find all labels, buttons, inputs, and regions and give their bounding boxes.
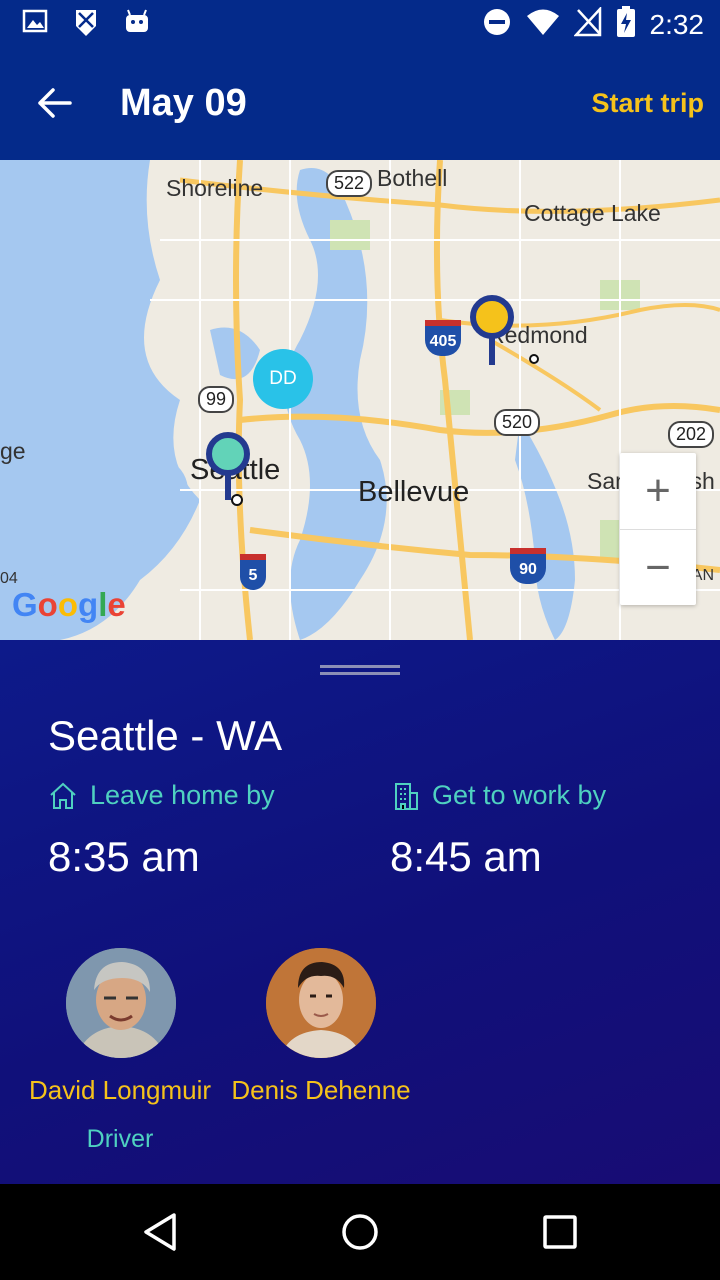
no-signal-icon	[572, 5, 602, 42]
wifi-icon	[526, 7, 560, 42]
map-label-shoreline: Shoreline	[166, 175, 264, 201]
person-name: Denis Dehenne	[231, 1075, 411, 1105]
home-icon	[50, 782, 76, 809]
driver-location-bubble[interactable]: DD	[253, 349, 313, 409]
avatar-image	[66, 948, 176, 1058]
office-building-icon	[395, 782, 418, 810]
get-to-work-label-text: Get to work by	[432, 780, 607, 810]
route-202-shield: 202	[668, 421, 715, 448]
back-triangle-icon[interactable]	[140, 1212, 180, 1252]
leave-home-label: Leave home by	[48, 780, 275, 811]
drag-handle[interactable]	[320, 665, 400, 675]
avatar[interactable]	[266, 948, 376, 1058]
zoom-out-button[interactable]: −	[620, 530, 696, 606]
android-notification-icon	[124, 8, 150, 43]
zoom-controls: + −	[620, 453, 696, 605]
home-circle-icon[interactable]	[340, 1212, 380, 1252]
map-label-bellevue: Bellevue	[358, 476, 470, 508]
battery-charging-icon	[616, 6, 636, 43]
trip-details-panel: Seattle - WA Leave home by 8:35 am Get t…	[0, 640, 720, 1184]
interstate-5-shield: 5	[240, 554, 266, 590]
arrow-left-icon	[38, 88, 72, 118]
destination-pin-icon[interactable]	[470, 295, 514, 367]
zoom-in-button[interactable]: +	[620, 453, 696, 529]
get-to-work-time: 8:45 am	[390, 833, 542, 880]
trip-city: Seattle - WA	[48, 712, 283, 759]
map-view[interactable]: Shoreline Bothell Cottage Lake Redmond S…	[0, 160, 720, 640]
shield-notification-icon	[74, 8, 98, 43]
route-522-shield: 522	[326, 170, 373, 197]
gallery-notification-icon	[22, 8, 48, 43]
person-name: David Longmuir	[28, 1075, 212, 1105]
app-bar: May 09 Start trip	[0, 48, 720, 160]
system-nav-bar	[0, 1184, 720, 1280]
person-role: Driver	[86, 1125, 154, 1153]
back-button[interactable]	[30, 78, 80, 128]
leave-home-time: 8:35 am	[48, 833, 200, 880]
interstate-90-shield: 90	[510, 548, 546, 584]
route-99-shield: 99	[198, 386, 235, 413]
clock-text: 2:32	[649, 8, 705, 40]
origin-pin-icon[interactable]	[206, 432, 252, 510]
map-label-bothell: Bothell	[377, 165, 448, 191]
avatar[interactable]	[66, 948, 176, 1058]
map-label-cottage-lake: Cottage Lake	[524, 200, 661, 226]
do-not-disturb-icon	[482, 7, 512, 42]
start-trip-button[interactable]: Start trip	[591, 88, 704, 119]
get-to-work-label: Get to work by	[390, 780, 606, 811]
avatar-image	[266, 948, 376, 1058]
map-label-ge: ge	[0, 438, 26, 464]
google-logo: Google	[12, 586, 126, 623]
route-520-shield: 520	[494, 409, 541, 436]
leave-home-label-text: Leave home by	[90, 780, 275, 810]
redmond-dot-icon	[529, 354, 539, 364]
recents-square-icon[interactable]	[542, 1214, 578, 1250]
interstate-405-shield: 405	[425, 320, 461, 356]
page-title: May 09	[120, 82, 247, 124]
map-base	[0, 160, 720, 640]
status-bar: 2:32	[0, 0, 720, 48]
